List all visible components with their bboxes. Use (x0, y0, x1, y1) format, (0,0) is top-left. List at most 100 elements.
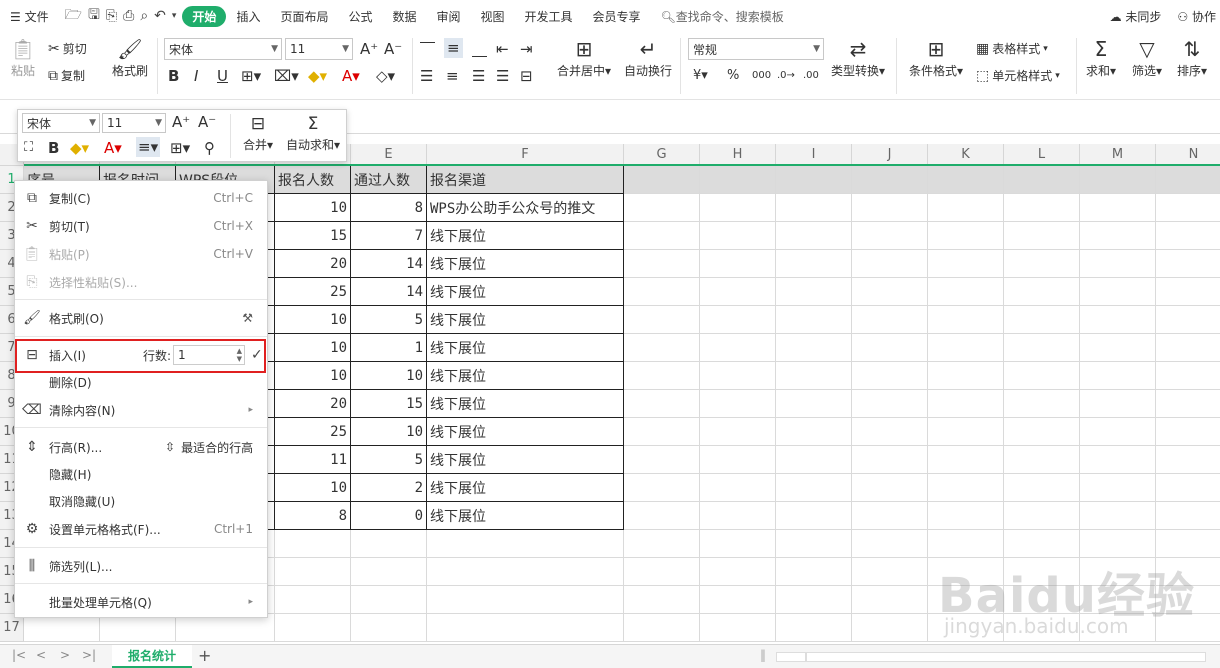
column-header[interactable]: E (351, 144, 427, 166)
table-cell[interactable]: 线下展位 (427, 502, 624, 530)
table-cell[interactable] (776, 166, 852, 194)
table-cell[interactable] (700, 194, 776, 222)
table-cell[interactable] (624, 474, 700, 502)
distribute-icon[interactable]: ⊟ (520, 66, 533, 86)
menu-item-filter-column[interactable]: ⫼ 筛选列(L)... (15, 553, 267, 579)
fill-color-icon[interactable]: ◆▾ (308, 66, 327, 86)
table-cell[interactable]: 线下展位 (427, 446, 624, 474)
table-cell[interactable] (1080, 614, 1156, 642)
table-cell[interactable]: 线下展位 (427, 222, 624, 250)
table-cell[interactable] (427, 558, 624, 586)
table-cell[interactable] (624, 614, 700, 642)
table-cell[interactable]: 0 (351, 502, 427, 530)
menu-item-unhide[interactable]: 取消隐藏(U) (15, 488, 267, 514)
font-size-select[interactable]: 11 ▼ (285, 38, 353, 60)
border-icon[interactable]: ⊞▾ (170, 138, 190, 158)
menu-item-copy[interactable]: ⧉ 复制(C) Ctrl+C (15, 185, 267, 211)
table-cell[interactable] (1004, 250, 1080, 278)
table-cell[interactable] (1156, 166, 1220, 194)
table-cell[interactable] (776, 278, 852, 306)
file-menu[interactable]: ☰ 文件 (0, 8, 59, 25)
table-cell[interactable]: 10 (275, 362, 351, 390)
table-cell[interactable] (624, 194, 700, 222)
table-cell[interactable] (928, 530, 1004, 558)
table-cell[interactable] (1004, 614, 1080, 642)
table-cell[interactable] (624, 586, 700, 614)
table-cell[interactable] (928, 334, 1004, 362)
table-cell[interactable]: 线下展位 (427, 250, 624, 278)
table-cell[interactable]: 15 (351, 390, 427, 418)
percent-icon[interactable]: % (727, 66, 739, 86)
table-style-button[interactable]: ▦ 表格样式 ▾ (976, 40, 1048, 57)
table-cell[interactable]: 7 (351, 222, 427, 250)
best-fit-icon[interactable]: ⇳ (165, 440, 181, 454)
table-cell[interactable] (700, 362, 776, 390)
next-sheet-icon[interactable]: > (60, 648, 70, 662)
table-cell[interactable]: 10 (275, 194, 351, 222)
type-convert-button[interactable]: ⇄ 类型转换▾ (828, 36, 888, 79)
table-cell[interactable]: 10 (275, 474, 351, 502)
table-cell[interactable] (1156, 362, 1220, 390)
table-cell[interactable] (1156, 558, 1220, 586)
copy-button[interactable]: ⧉ 复制 (48, 67, 85, 84)
table-cell[interactable] (700, 446, 776, 474)
table-cell[interactable] (700, 222, 776, 250)
table-cell[interactable]: 线下展位 (427, 278, 624, 306)
table-cell[interactable] (1156, 278, 1220, 306)
mini-size-select[interactable]: 11 ▼ (102, 113, 166, 133)
align-left-icon[interactable]: ☰ (420, 66, 433, 86)
table-cell[interactable]: 10 (275, 306, 351, 334)
table-cell[interactable] (852, 306, 928, 334)
column-header[interactable]: H (700, 144, 776, 166)
sum-button[interactable]: Σ 求和▾ (1084, 36, 1118, 79)
table-cell[interactable] (700, 586, 776, 614)
table-cell[interactable] (1080, 418, 1156, 446)
tab-data[interactable]: 数据 (382, 8, 426, 25)
align-center-icon[interactable]: ≡▾ (136, 137, 161, 157)
table-cell[interactable] (928, 306, 1004, 334)
table-cell[interactable] (1080, 306, 1156, 334)
table-cell[interactable] (1156, 194, 1220, 222)
table-cell[interactable] (776, 558, 852, 586)
table-cell[interactable]: 20 (275, 250, 351, 278)
table-cell[interactable] (351, 614, 427, 642)
table-cell[interactable] (852, 250, 928, 278)
table-cell[interactable] (275, 614, 351, 642)
paste-button[interactable]: 📋︎ 粘贴 (6, 36, 40, 79)
first-sheet-icon[interactable]: |< (12, 648, 26, 662)
table-cell[interactable]: 线下展位 (427, 418, 624, 446)
table-cell[interactable] (700, 334, 776, 362)
table-cell[interactable] (1080, 530, 1156, 558)
table-cell[interactable]: 8 (351, 194, 427, 222)
menu-item-format-painter[interactable]: 🖌︎ 格式刷(O) ⚒ (15, 305, 267, 331)
last-sheet-icon[interactable]: >| (82, 648, 96, 662)
table-cell[interactable] (1156, 586, 1220, 614)
table-cell[interactable] (928, 390, 1004, 418)
table-cell[interactable] (1080, 222, 1156, 250)
table-cell[interactable] (427, 614, 624, 642)
menu-item-paste[interactable]: 📋︎ 粘贴(P) Ctrl+V (15, 241, 267, 267)
open-icon[interactable]: 🗁 (65, 4, 82, 28)
menu-item-format-cells[interactable]: ⚙ 设置单元格格式(F)... Ctrl+1 (15, 516, 267, 542)
bold-icon[interactable]: B (168, 66, 179, 86)
table-cell[interactable] (624, 222, 700, 250)
table-cell[interactable] (852, 474, 928, 502)
bold-icon[interactable]: B (48, 138, 59, 158)
table-cell[interactable] (1156, 474, 1220, 502)
column-header[interactable]: G (624, 144, 700, 166)
table-cell[interactable] (700, 390, 776, 418)
sync-status[interactable]: ☁ 未同步 (1100, 8, 1168, 25)
table-cell[interactable] (928, 474, 1004, 502)
table-cell[interactable] (852, 586, 928, 614)
table-cell[interactable] (700, 530, 776, 558)
table-cell[interactable]: 11 (275, 446, 351, 474)
table-cell[interactable] (928, 586, 1004, 614)
indent-increase-icon[interactable]: ⇥ (520, 39, 533, 59)
undo-icon[interactable]: ↶ (154, 8, 166, 24)
table-cell[interactable]: 1 (351, 334, 427, 362)
table-cell[interactable] (624, 446, 700, 474)
table-cell[interactable] (1080, 558, 1156, 586)
table-cell[interactable]: 15 (275, 222, 351, 250)
align-right-icon[interactable]: ☰ (472, 66, 485, 86)
table-cell[interactable]: 报名人数 (275, 166, 351, 194)
